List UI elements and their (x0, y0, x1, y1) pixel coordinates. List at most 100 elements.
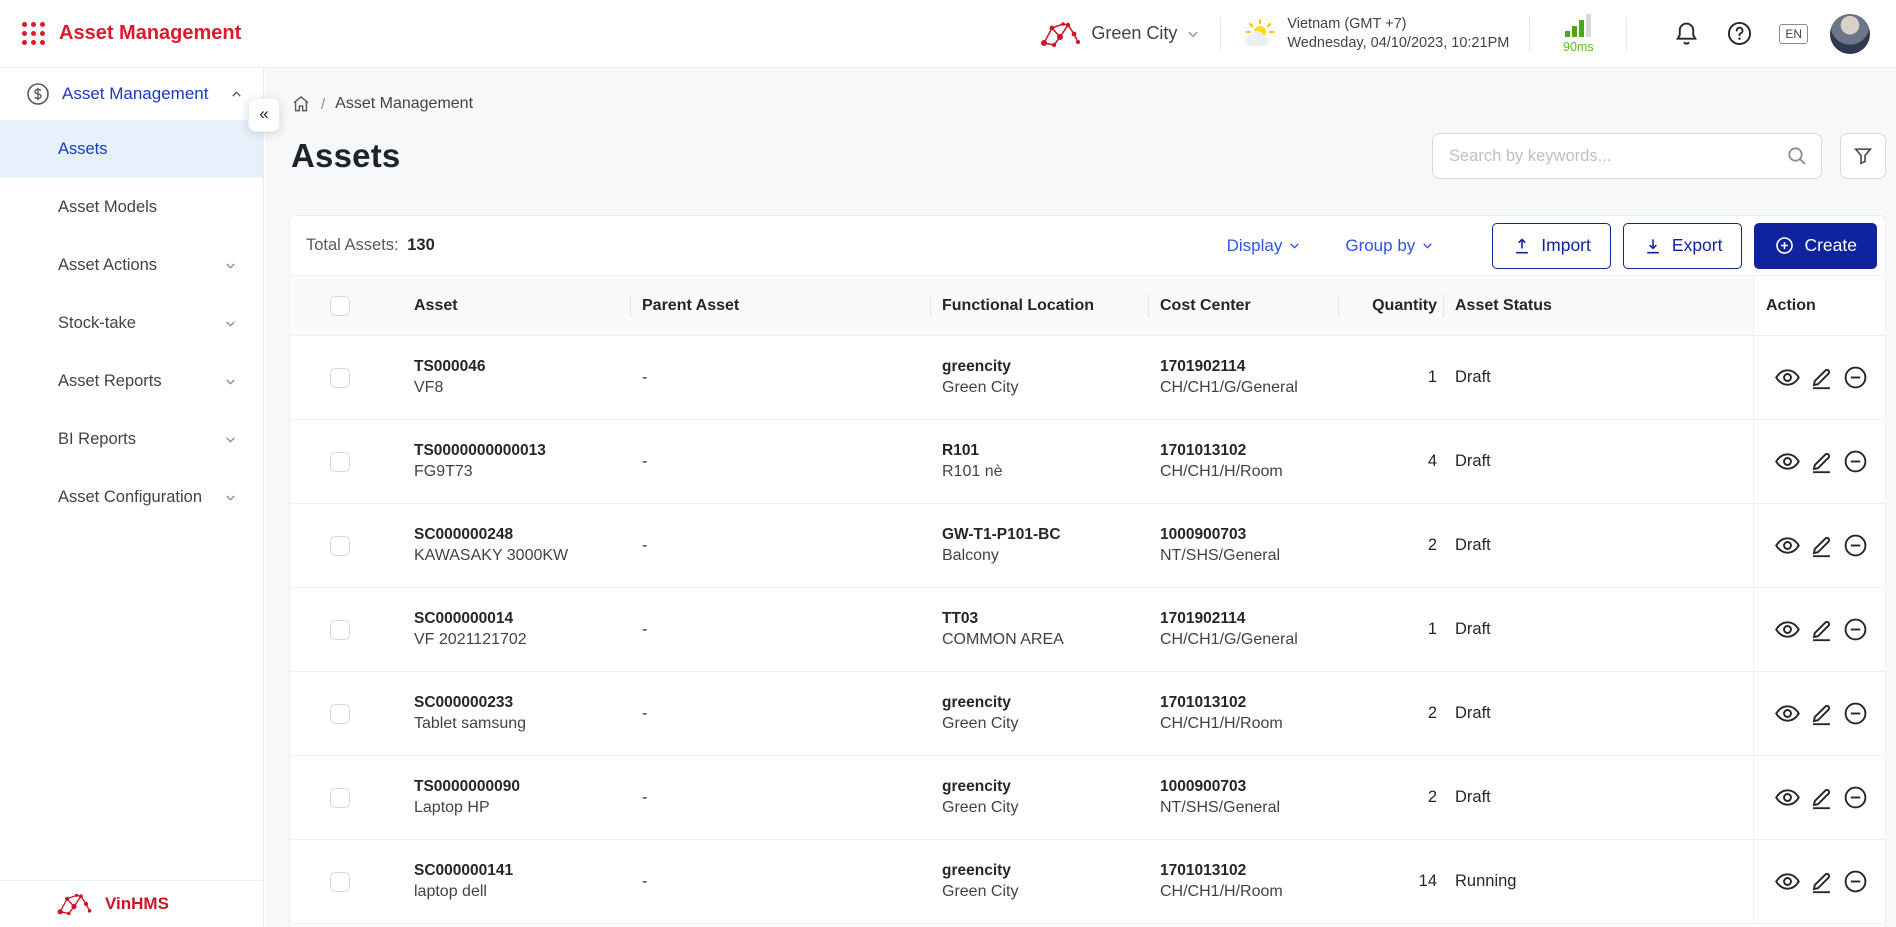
create-button[interactable]: Create (1754, 223, 1877, 269)
functional-location-cell: greencityGreen City (930, 756, 1148, 839)
export-button[interactable]: Export (1623, 223, 1743, 269)
timezone-label: Vietnam (GMT +7) (1287, 15, 1509, 34)
filter-button[interactable] (1840, 133, 1886, 179)
primary-text: GW-T1-P101-BC (942, 526, 1061, 544)
primary-text: R101 (942, 442, 1003, 460)
primary-text: 1701013102 (1160, 694, 1283, 712)
display-dropdown[interactable]: Display (1227, 236, 1302, 256)
sidebar-item-asset-models[interactable]: Asset Models (0, 178, 263, 236)
app-grid-icon[interactable] (22, 22, 45, 45)
notifications-button[interactable] (1673, 20, 1700, 47)
functional-location-cell: greencityGreen City (930, 672, 1148, 755)
primary-text: greencity (942, 694, 1018, 712)
edit-button[interactable] (1808, 616, 1835, 643)
secondary-text: FG9T73 (414, 463, 546, 481)
signal-bars-icon (1563, 13, 1593, 39)
table-header: AssetParent AssetFunctional LocationCost… (290, 276, 1885, 336)
cost-center-cell: 1701013102CH/CH1/H/Room (1148, 840, 1338, 923)
sidebar-item-bi-reports[interactable]: BI Reports (0, 410, 263, 468)
language-badge[interactable]: EN (1779, 24, 1808, 44)
view-button[interactable] (1774, 616, 1801, 643)
view-button[interactable] (1774, 532, 1801, 559)
view-button[interactable] (1774, 868, 1801, 895)
home-icon[interactable] (291, 94, 311, 114)
row-checkbox[interactable] (330, 788, 350, 808)
sidebar-item-stock-take[interactable]: Stock-take (0, 294, 263, 352)
help-button[interactable] (1726, 20, 1753, 47)
table-row: SC000000248KAWASAKY 3000KW-GW-T1-P101-BC… (290, 504, 1885, 588)
deactivate-button[interactable] (1842, 616, 1869, 643)
select-all-checkbox[interactable] (330, 296, 350, 316)
edit-button[interactable] (1808, 700, 1835, 727)
sidebar-item-asset-actions[interactable]: Asset Actions (0, 236, 263, 294)
edit-button[interactable] (1808, 364, 1835, 391)
cost-center-cell-text: 1701013102CH/CH1/H/Room (1160, 442, 1283, 481)
functional-location-cell: greencityGreen City (930, 840, 1148, 923)
search-box (1432, 133, 1822, 179)
assets-card: Total Assets: 130 Display Group by (289, 215, 1886, 927)
sidebar-item-assets[interactable]: Assets (0, 120, 263, 178)
row-checkbox-cell (290, 504, 402, 587)
row-checkbox[interactable] (330, 872, 350, 892)
view-button[interactable] (1774, 364, 1801, 391)
sidebar-collapse-button[interactable]: « (248, 98, 280, 132)
chevron-down-icon (224, 259, 237, 272)
row-checkbox[interactable] (330, 536, 350, 556)
deactivate-button[interactable] (1842, 448, 1869, 475)
import-button[interactable]: Import (1492, 223, 1611, 269)
view-button[interactable] (1774, 784, 1801, 811)
row-checkbox-cell (290, 672, 402, 755)
cost-center-cell: 1701013102CH/CH1/H/Room (1148, 420, 1338, 503)
timezone-display: Vietnam (GMT +7) Wednesday, 04/10/2023, … (1241, 15, 1509, 53)
total-assets: Total Assets: 130 (306, 236, 435, 255)
deactivate-button[interactable] (1842, 532, 1869, 559)
secondary-text: VF 2021121702 (414, 631, 527, 649)
edit-button[interactable] (1808, 784, 1835, 811)
row-checkbox[interactable] (330, 452, 350, 472)
group-by-dropdown[interactable]: Group by (1345, 236, 1434, 256)
funnel-icon (1852, 145, 1874, 167)
user-avatar[interactable] (1830, 14, 1870, 54)
status-cell: Draft (1443, 336, 1753, 419)
edit-button[interactable] (1808, 868, 1835, 895)
sidebar-item-asset-reports[interactable]: Asset Reports (0, 352, 263, 410)
row-checkbox[interactable] (330, 620, 350, 640)
edit-icon (1808, 532, 1835, 559)
deactivate-button[interactable] (1842, 784, 1869, 811)
sidebar-root-asset-management[interactable]: Asset Management (0, 68, 263, 120)
deactivate-button[interactable] (1842, 700, 1869, 727)
chevron-down-icon (224, 491, 237, 504)
total-assets-label: Total Assets: (306, 236, 399, 254)
sidebar-item-label: Asset Models (58, 198, 237, 217)
table-row: TS0000000000013FG9T73-R101R101 nè1701013… (290, 420, 1885, 504)
edit-button[interactable] (1808, 448, 1835, 475)
row-checkbox[interactable] (330, 704, 350, 724)
breadcrumb-separator: / (321, 96, 325, 113)
search-icon[interactable] (1785, 144, 1809, 168)
column-header-cost-center: Cost Center (1148, 276, 1338, 335)
action-cell (1753, 336, 1885, 419)
view-button[interactable] (1774, 700, 1801, 727)
breadcrumb-current[interactable]: Asset Management (335, 95, 473, 113)
deactivate-button[interactable] (1842, 868, 1869, 895)
deactivate-button[interactable] (1842, 364, 1869, 391)
column-header-asset: Asset (402, 276, 630, 335)
view-button[interactable] (1774, 448, 1801, 475)
cost-center-cell: 1000900703NT/SHS/General (1148, 504, 1338, 587)
chevron-down-icon (224, 375, 237, 388)
tenant-selector[interactable]: Green City (1038, 18, 1200, 50)
functional-location-cell-text: greencityGreen City (942, 358, 1018, 397)
edit-button[interactable] (1808, 532, 1835, 559)
sidebar-item-asset-configuration[interactable]: Asset Configuration (0, 468, 263, 526)
group-by-label: Group by (1345, 236, 1415, 256)
search-input[interactable] (1432, 133, 1822, 179)
primary-text: TS000046 (414, 358, 486, 376)
secondary-text: Tablet samsung (414, 715, 526, 733)
app-header: Asset Management Green City (0, 0, 1896, 68)
status-cell: Draft (1443, 756, 1753, 839)
brand-label: VinHMS (105, 894, 169, 914)
secondary-text: laptop dell (414, 883, 513, 901)
row-checkbox[interactable] (330, 368, 350, 388)
view-icon (1774, 868, 1801, 895)
sidebar-footer: VinHMS (0, 880, 263, 927)
